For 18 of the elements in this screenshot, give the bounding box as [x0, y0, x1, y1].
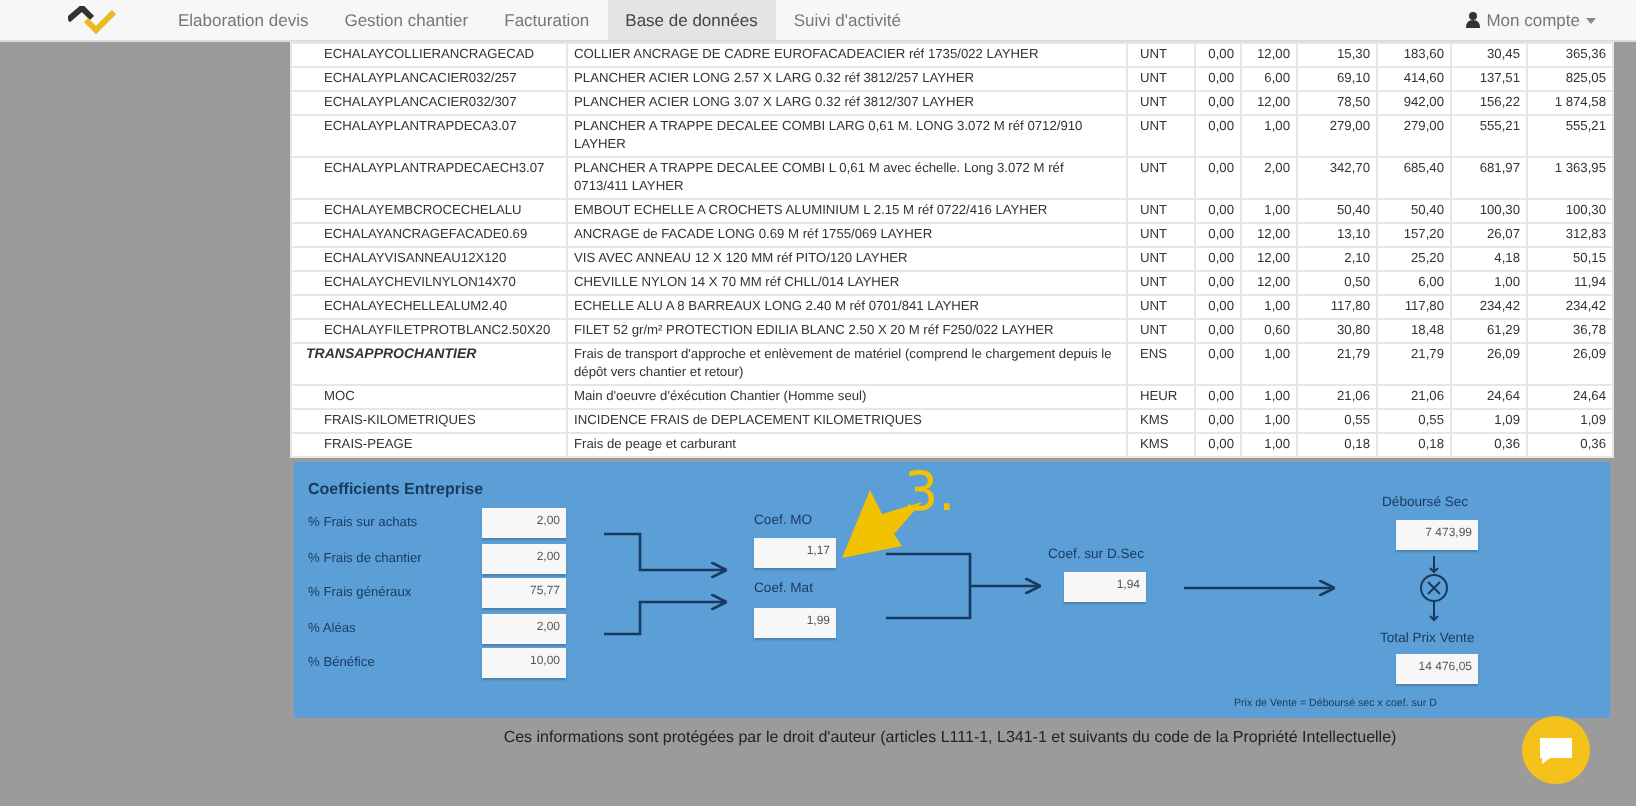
caret-icon	[1586, 17, 1596, 23]
user-icon	[1466, 12, 1481, 28]
arrow	[604, 592, 728, 636]
nav-tab[interactable]: Facturation	[486, 0, 608, 40]
bracket-line	[886, 552, 972, 620]
arrow	[604, 532, 728, 580]
nav-tab[interactable]: Base de données	[607, 0, 776, 40]
logo-icon[interactable]	[68, 6, 116, 34]
account-menu[interactable]: Mon compte	[1466, 0, 1596, 40]
nav-tab[interactable]: Suivi d'activité	[775, 0, 919, 40]
copyright-notice: Ces informations sont protégées par le droit d'auteur (articles L111-1, L341-1 et suivants du code de la Propriété Intellectuelle)	[501, 728, 1399, 746]
multiply-icon	[1418, 556, 1450, 622]
nav-tab[interactable]: Elaboration devis	[160, 0, 327, 40]
chat-button[interactable]	[1522, 716, 1590, 784]
chat-icon	[1538, 735, 1574, 765]
nav-tab[interactable]: Gestion chantier	[326, 0, 487, 40]
arrow	[970, 576, 1042, 596]
panel-title: Coefficients Entreprise	[308, 480, 486, 498]
